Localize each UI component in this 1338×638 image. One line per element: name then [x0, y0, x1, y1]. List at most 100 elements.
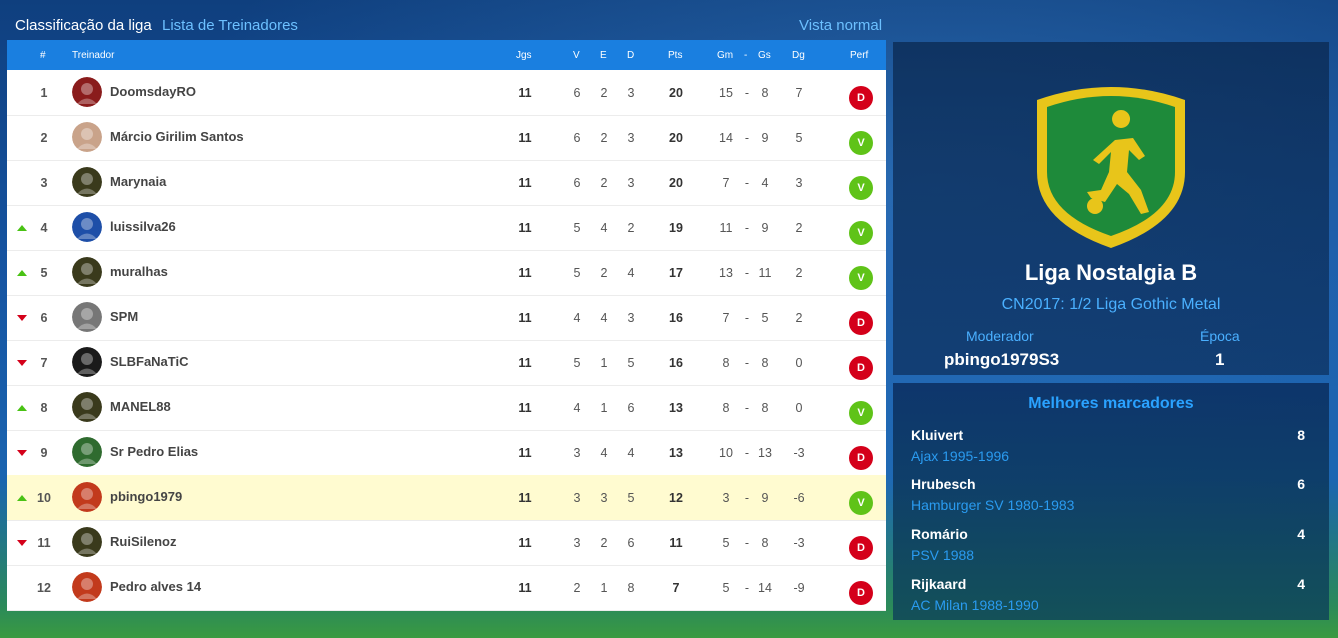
wins: 6	[573, 131, 581, 145]
draws: 4	[600, 446, 608, 460]
draws: 2	[600, 536, 608, 550]
trainer-name[interactable]: MANEL88	[110, 399, 171, 414]
table-row[interactable]: 3 Marynaia 11 6 2 3 20 7-4 3 V	[7, 160, 886, 206]
scorer-item: Kluivert 8 Ajax 1995-1996	[893, 427, 1329, 477]
scorer-name[interactable]: Hrubesch	[911, 476, 976, 492]
table-row[interactable]: 6 SPM 11 4 4 3 16 7-5 2 D	[7, 295, 886, 341]
trend-down-icon	[17, 450, 27, 456]
table-row[interactable]: 12 Pedro alves 14 11 2 1 8 7 5-14 -9 D	[7, 565, 886, 611]
scorer-club[interactable]: Ajax 1995-1996	[911, 448, 1009, 464]
header-goals-against: Gs	[758, 50, 771, 61]
goals-separator: -	[744, 581, 750, 595]
header-goals-for: Gm	[717, 50, 734, 61]
form-badge: D	[849, 446, 873, 470]
trainer-avatar[interactable]	[72, 572, 102, 602]
table-row[interactable]: 5 muralhas 11 5 2 4 17 13-11 2 V	[7, 250, 886, 296]
trainer-name[interactable]: Pedro alves 14	[110, 579, 201, 594]
tab-trainer-list[interactable]: Lista de Treinadores	[162, 17, 298, 34]
table-row[interactable]: 10 pbingo1979 11 3 3 5 12 3-9 -6 V	[7, 475, 886, 521]
losses: 4	[627, 266, 635, 280]
games-played: 11	[518, 176, 532, 190]
points: 13	[669, 446, 683, 460]
trainer-avatar[interactable]	[72, 392, 102, 422]
trainer-avatar[interactable]	[72, 212, 102, 242]
goals-for: 3	[722, 491, 730, 505]
trainer-name[interactable]: Sr Pedro Elias	[110, 444, 198, 459]
trainer-avatar[interactable]	[72, 122, 102, 152]
trainer-avatar[interactable]	[72, 302, 102, 332]
goals-against: 8	[761, 536, 769, 550]
table-row[interactable]: 11 RuiSilenoz 11 3 2 6 11 5-8 -3 D	[7, 520, 886, 566]
points: 20	[669, 131, 683, 145]
tab-league-standings[interactable]: Classificação da liga	[15, 17, 152, 34]
form-badge: D	[849, 356, 873, 380]
trend-up-icon	[17, 270, 27, 276]
games-played: 11	[518, 581, 532, 595]
header-losses: D	[627, 50, 635, 61]
trend-down-icon	[17, 540, 27, 546]
trainer-avatar[interactable]	[72, 257, 102, 287]
goals-for: 14	[719, 131, 733, 145]
points: 19	[669, 221, 683, 235]
header-sep: -	[744, 50, 748, 61]
trainer-name[interactable]: Márcio Girilim Santos	[110, 129, 244, 144]
goals-for: 13	[719, 266, 733, 280]
trainer-avatar[interactable]	[72, 77, 102, 107]
scorer-goals: 8	[1297, 427, 1305, 443]
scorer-club[interactable]: AC Milan 1988-1990	[911, 597, 1039, 613]
trainer-name[interactable]: DoomsdayRO	[110, 84, 196, 99]
trainer-name[interactable]: SPM	[110, 309, 138, 324]
scorer-name[interactable]: Rijkaard	[911, 576, 966, 592]
trainer-name[interactable]: SLBFaNaTiC	[110, 354, 189, 369]
games-played: 11	[518, 86, 532, 100]
trainer-name[interactable]: Marynaia	[110, 174, 166, 189]
trainer-name[interactable]: muralhas	[110, 264, 168, 279]
goals-for: 15	[719, 86, 733, 100]
scorer-club[interactable]: PSV 1988	[911, 547, 974, 563]
goals-against: 8	[761, 86, 769, 100]
trainer-name[interactable]: luissilva26	[110, 219, 176, 234]
form-badge: D	[849, 536, 873, 560]
row-position: 7	[40, 356, 48, 370]
losses: 2	[627, 221, 635, 235]
table-row[interactable]: 7 SLBFaNaTiC 11 5 1 5 16 8-8 0 D	[7, 340, 886, 386]
header-trainer: Treinador	[72, 50, 115, 61]
games-played: 11	[518, 221, 532, 235]
trainer-avatar[interactable]	[72, 167, 102, 197]
form-badge: D	[849, 311, 873, 335]
trainer-avatar[interactable]	[72, 437, 102, 467]
trainer-avatar[interactable]	[72, 482, 102, 512]
table-row[interactable]: 9 Sr Pedro Elias 11 3 4 4 13 10-13 -3 D	[7, 430, 886, 476]
losses: 5	[627, 491, 635, 505]
goals-for: 8	[722, 356, 730, 370]
trend-up-icon	[17, 225, 27, 231]
scorer-name[interactable]: Romário	[911, 526, 968, 542]
losses: 6	[627, 536, 635, 550]
scorer-club[interactable]: Hamburger SV 1980-1983	[911, 497, 1074, 513]
table-row[interactable]: 2 Márcio Girilim Santos 11 6 2 3 20 14-9 5 V	[7, 115, 886, 161]
form-badge: V	[849, 266, 873, 290]
scorer-goals: 4	[1297, 576, 1305, 592]
losses: 3	[627, 311, 635, 325]
trainer-name[interactable]: RuiSilenoz	[110, 534, 176, 549]
league-subtitle[interactable]: CN2017: 1/2 Liga Gothic Metal	[893, 296, 1329, 314]
header-form: Perf	[850, 50, 869, 61]
goals-separator: -	[744, 266, 750, 280]
table-row[interactable]: 8 MANEL88 11 4 1 6 13 8-8 0 V	[7, 385, 886, 431]
header-pos: #	[40, 50, 46, 61]
trainer-avatar[interactable]	[72, 527, 102, 557]
points: 7	[672, 581, 680, 595]
goals-for: 5	[722, 536, 730, 550]
scorer-name[interactable]: Kluivert	[911, 427, 963, 443]
table-row[interactable]: 1 DoomsdayRO 11 6 2 3 20 15-8 7 D	[7, 70, 886, 116]
trend-down-icon	[17, 360, 27, 366]
goals-for: 5	[722, 581, 730, 595]
table-row[interactable]: 4 luissilva26 11 5 4 2 19 11-9 2 V	[7, 205, 886, 251]
form-badge: V	[849, 491, 873, 515]
view-toggle-link[interactable]: Vista normal	[799, 17, 882, 34]
moderator-name[interactable]: pbingo1979S3	[944, 350, 1059, 370]
header-games: Jgs	[516, 50, 532, 61]
wins: 3	[573, 491, 581, 505]
trainer-name[interactable]: pbingo1979	[110, 489, 182, 504]
trainer-avatar[interactable]	[72, 347, 102, 377]
